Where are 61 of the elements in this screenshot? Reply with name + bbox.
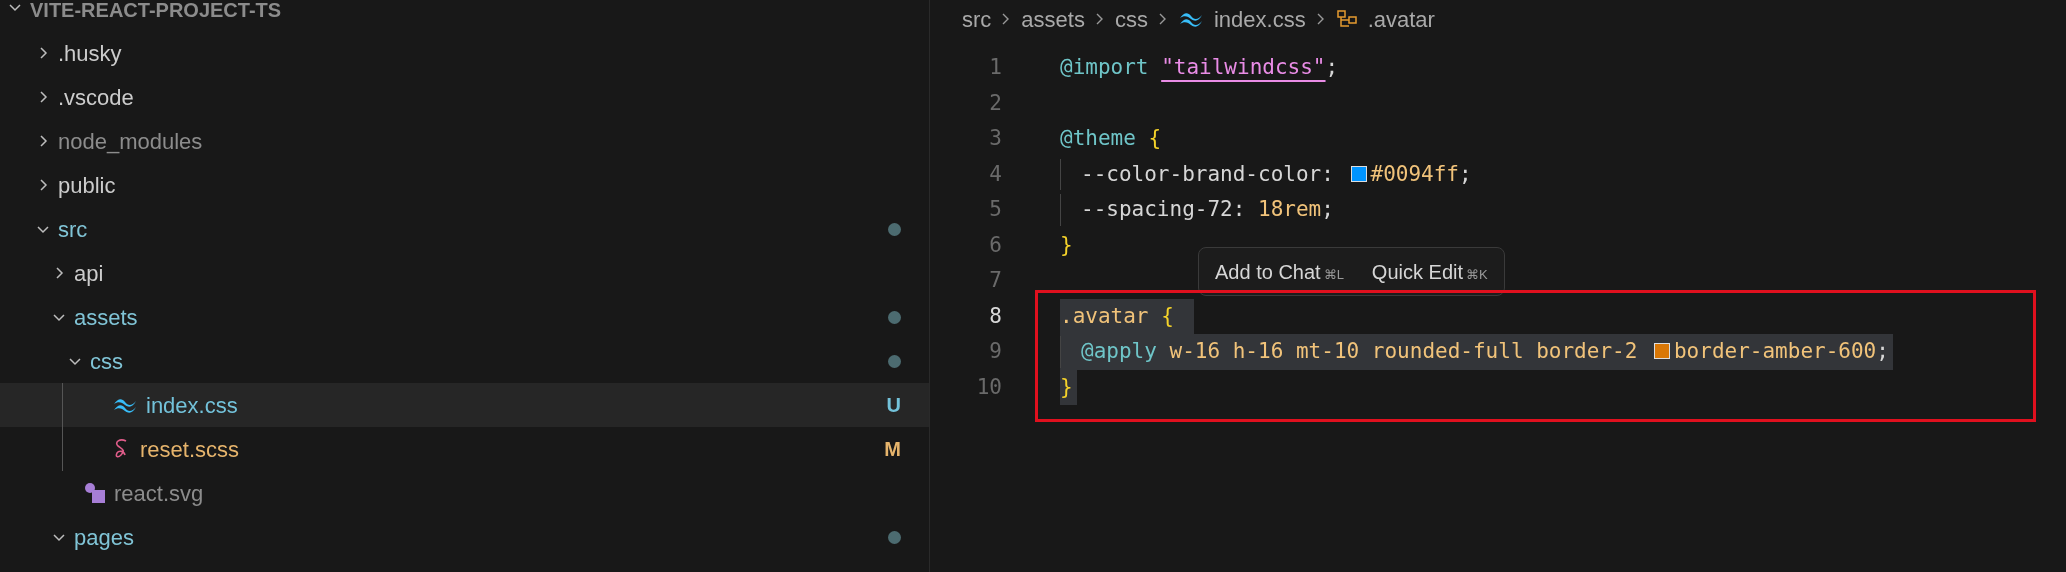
folder-row[interactable]: api [0, 251, 929, 295]
menu-action[interactable]: Quick Edit⌘K [1371, 256, 1488, 287]
item-name: react.svg [114, 479, 204, 508]
folder-row[interactable]: node_modules [0, 119, 929, 163]
file-row[interactable]: reset.scss M [0, 427, 929, 471]
file-row[interactable]: react.svg [0, 471, 929, 515]
folder-row[interactable]: .husky [0, 31, 929, 75]
wave-icon [112, 397, 138, 413]
folder-row[interactable]: css [0, 339, 929, 383]
folder-row[interactable]: src [0, 207, 929, 251]
breadcrumb-item[interactable]: src [962, 2, 992, 36]
chevron-right-icon [1157, 12, 1168, 26]
breadcrumb-item[interactable]: assets [1021, 2, 1085, 36]
code-line: } [1060, 231, 1073, 259]
shapes-icon [84, 482, 106, 504]
line-number: 3 [988, 125, 1003, 152]
status-letter: U [886, 393, 901, 418]
symbol-icon [1335, 9, 1358, 29]
item-name: src [58, 215, 88, 244]
code-line: @import "tailwindcss"; [1060, 54, 1339, 81]
item-name: .husky [58, 39, 122, 68]
line-number: 9 [988, 338, 1003, 365]
folder-row[interactable]: assets [0, 295, 929, 339]
item-name: .vscode [58, 83, 134, 112]
item-name: api [74, 259, 104, 288]
item-name: index.css [146, 391, 238, 420]
code-line: } [1060, 373, 1073, 401]
breadcrumb-item[interactable]: css [1114, 2, 1148, 36]
breadcrumb-item[interactable]: .avatar [1367, 2, 1435, 36]
line-number: 1 [988, 54, 1003, 81]
line-number: 8 [988, 302, 1003, 330]
folder-row[interactable]: pages [0, 515, 929, 559]
line-number: 6 [988, 231, 1003, 259]
item-name: pages [74, 523, 134, 552]
line-number: 2 [988, 89, 1003, 117]
status-letter: M [884, 437, 901, 462]
code-line: @apply w-16 h-16 mt-10 rounded-full border-2 border-amber-600; [1060, 336, 1889, 368]
file-row[interactable]: index.css U [0, 383, 929, 427]
item-name: reset.scss [140, 435, 240, 464]
line-number: 10 [975, 373, 1003, 401]
chevron-right-icon [1315, 12, 1326, 26]
color-swatch[interactable] [1350, 165, 1367, 182]
line-number: 5 [988, 196, 1003, 223]
breadcrumb-item[interactable]: index.css [1213, 2, 1306, 36]
menu-action[interactable]: Add to Chat⌘L [1215, 256, 1344, 287]
color-swatch[interactable] [1653, 343, 1670, 359]
line-number: 7 [988, 267, 1003, 294]
item-name: assets [74, 303, 138, 332]
folder-row[interactable]: .vscode [0, 75, 929, 119]
code-line: .avatar { [1060, 302, 1174, 330]
code-line: @theme { [1060, 125, 1162, 152]
chevron-right-icon [1094, 12, 1105, 26]
item-name: node_modules [58, 127, 203, 156]
code-line: --spacing-72: 18rem; [1060, 194, 1334, 226]
item-name: public [58, 171, 116, 200]
code-line: --color-brand-color: #0094ff; [1060, 158, 1472, 190]
explorer-title: VITE-REACT-PROJECT-TS [30, 0, 282, 20]
line-number: 4 [988, 160, 1003, 188]
wave-icon [1177, 11, 1204, 27]
item-name: css [90, 347, 123, 376]
folder-row[interactable]: public [0, 163, 929, 207]
